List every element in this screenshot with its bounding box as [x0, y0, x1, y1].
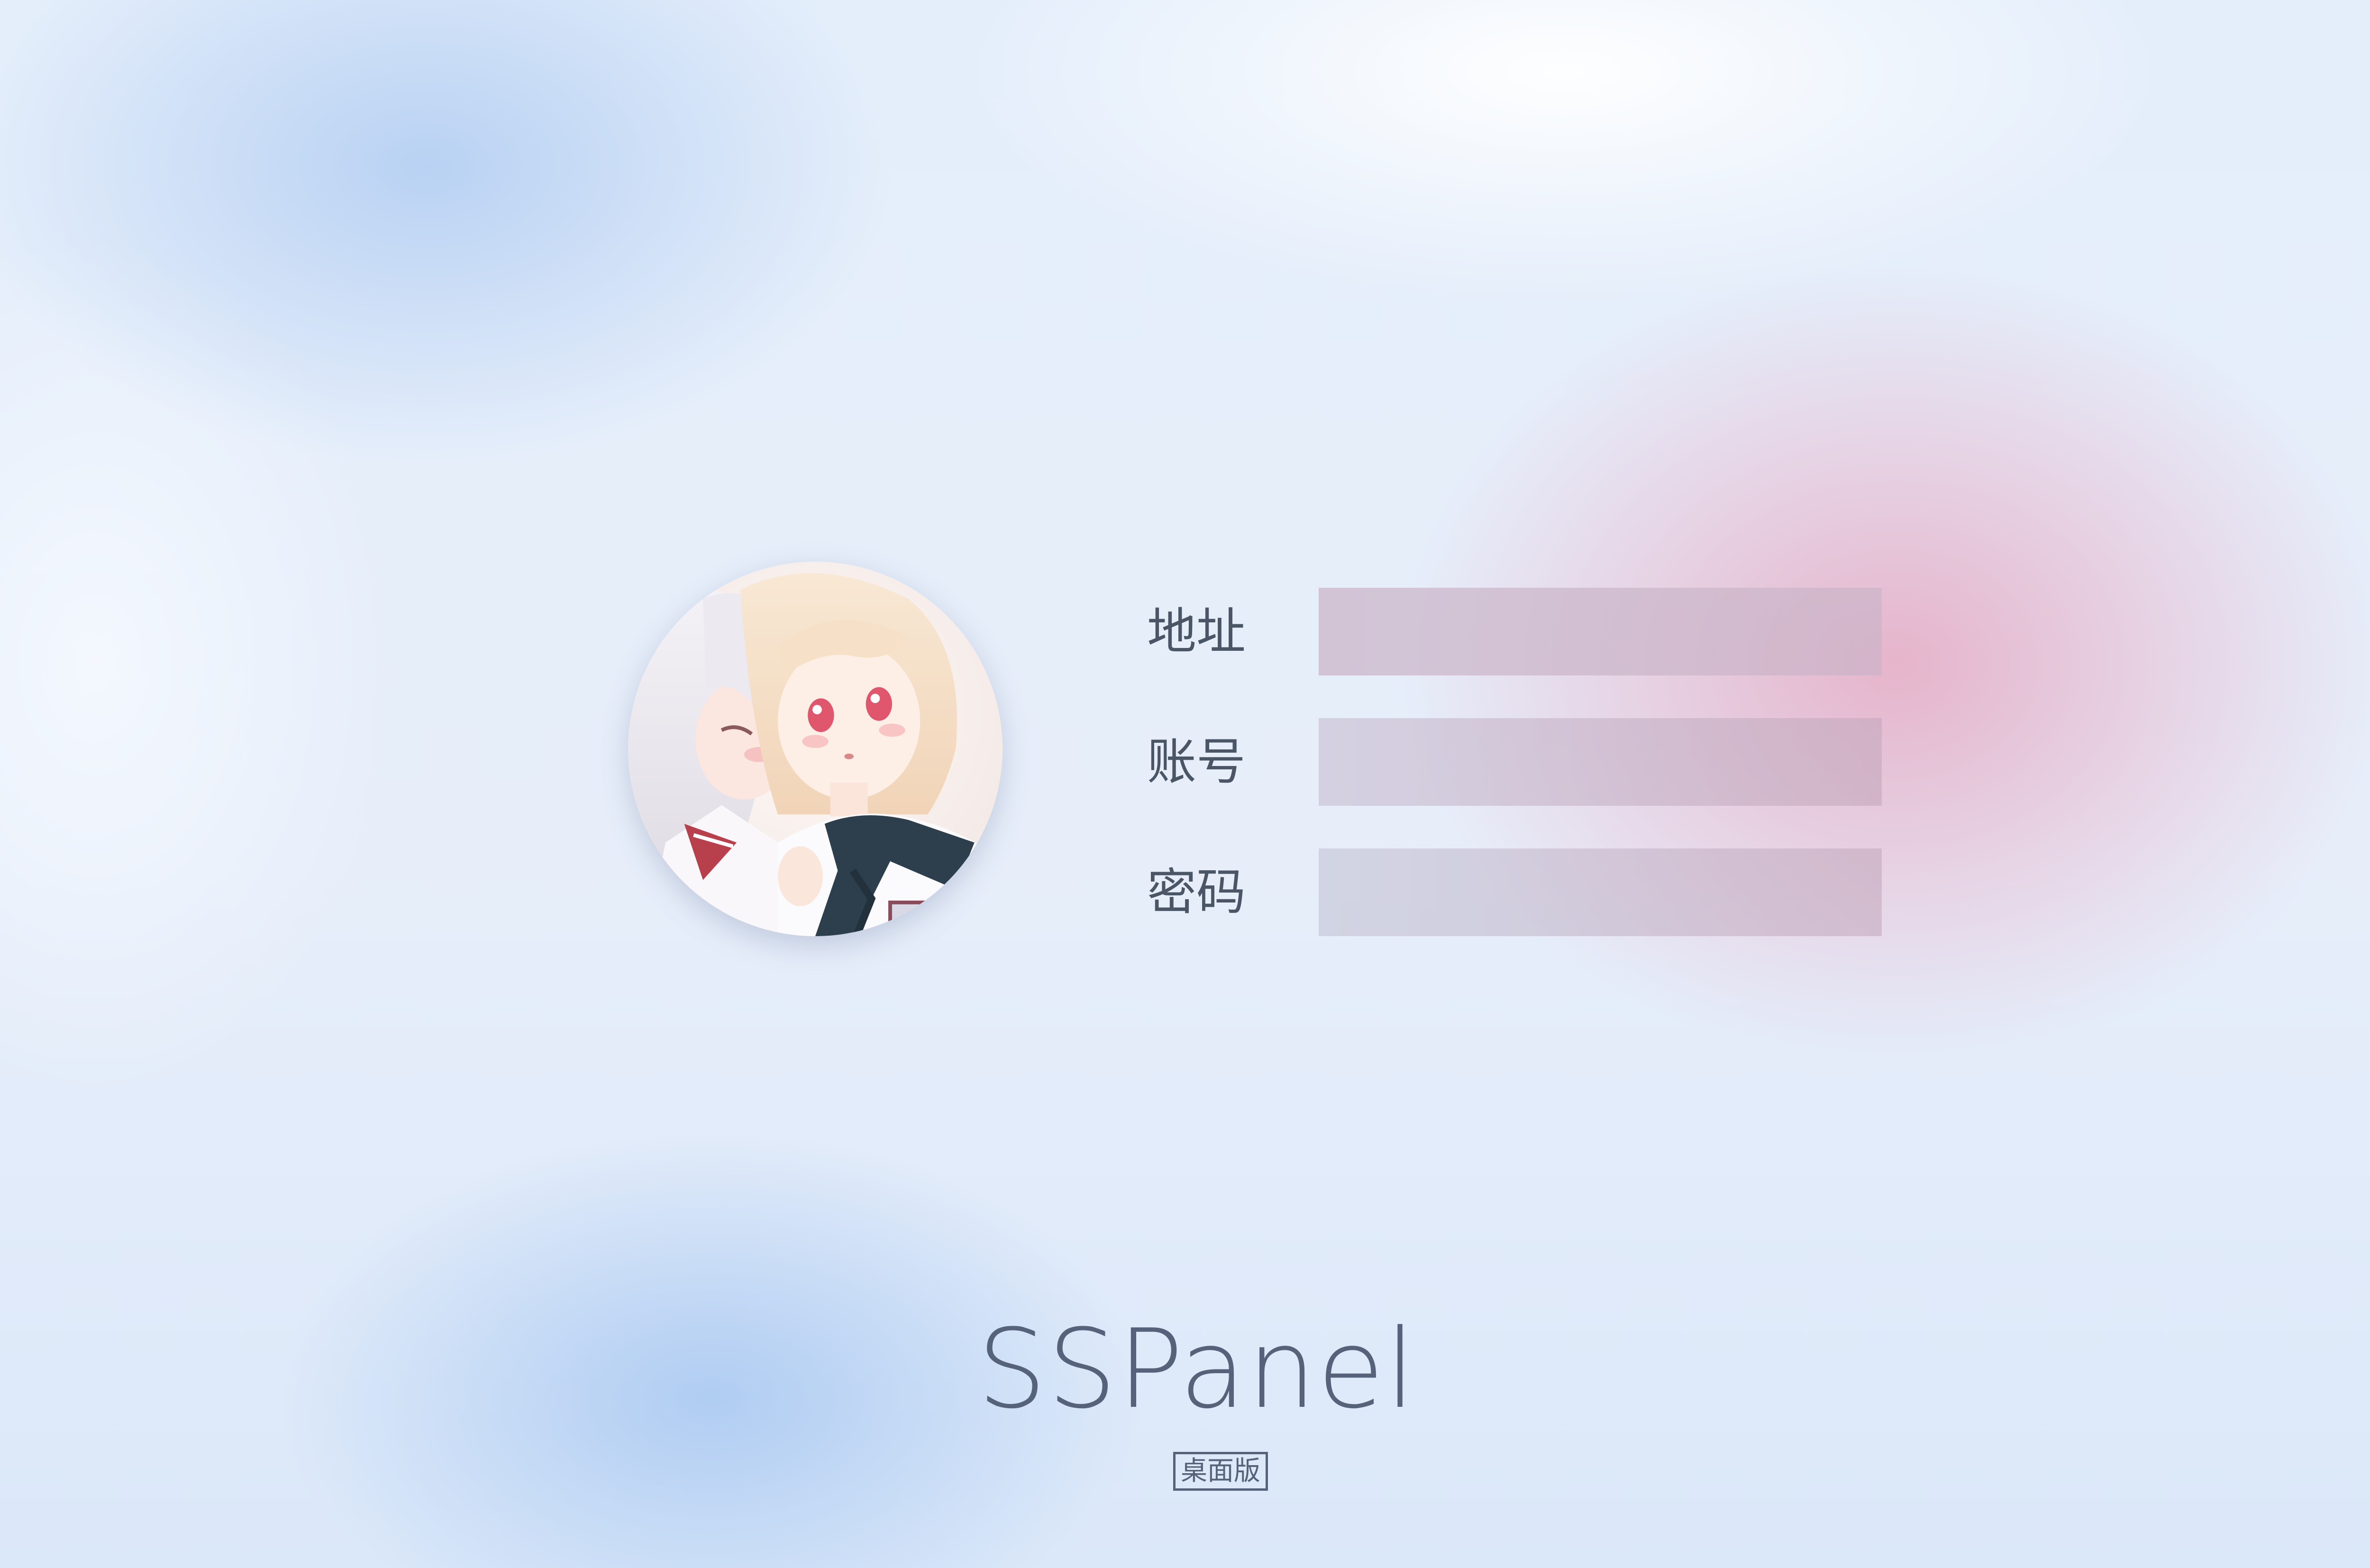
address-label: 地址 — [1147, 602, 1246, 660]
address-input[interactable] — [1319, 588, 1882, 675]
account-input[interactable] — [1319, 718, 1882, 806]
account-label: 账号 — [1147, 733, 1246, 791]
password-label: 密码 — [1147, 863, 1246, 921]
password-row: 密码 — [1147, 848, 1882, 936]
edition-badge[interactable]: 桌面版 — [1173, 1452, 1268, 1491]
app-brand-title: SSPanel — [977, 1306, 1417, 1433]
avatar — [628, 562, 1003, 936]
account-row: 账号 — [1147, 718, 1882, 806]
avatar-illustration-icon — [628, 562, 1003, 936]
address-row: 地址 — [1147, 588, 1882, 675]
password-input[interactable] — [1319, 848, 1882, 936]
